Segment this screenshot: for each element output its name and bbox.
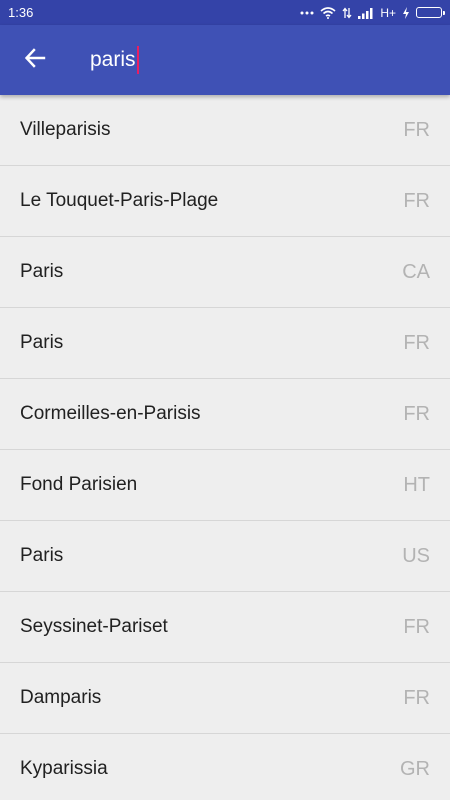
city-name: Fond Parisien <box>20 474 138 495</box>
list-item[interactable]: Seyssinet-Pariset FR <box>0 592 450 663</box>
country-code: GR <box>400 757 430 780</box>
search-query: paris <box>90 48 136 71</box>
city-name: Le Touquet-Paris-Plage <box>20 190 219 211</box>
city-name: Kyparissia <box>20 758 108 779</box>
country-code: CA <box>402 260 430 283</box>
status-time: 1:36 <box>8 5 34 20</box>
status-icons: H+ <box>300 5 445 20</box>
results-list: Villeparisis FR Le Touquet-Paris-Plage FR Pa… <box>0 95 450 800</box>
list-item[interactable]: Fond Parisien HT <box>0 450 450 521</box>
list-item[interactable]: Paris CA <box>0 237 450 308</box>
city-name: Cormeilles-en-Parisis <box>20 403 201 424</box>
app-bar: paris <box>0 25 450 95</box>
city-name: Villeparisis <box>20 119 111 140</box>
list-item[interactable]: Paris US <box>0 521 450 592</box>
country-code: HT <box>403 473 430 496</box>
status-bar: 1:36 H+ <box>0 0 450 25</box>
country-code: US <box>402 544 430 567</box>
charging-icon <box>402 6 410 19</box>
city-name: Seyssinet-Pariset <box>20 616 168 637</box>
city-name: Damparis <box>20 687 102 708</box>
data-arrows-icon <box>342 6 352 19</box>
list-item[interactable]: Le Touquet-Paris-Plage FR <box>0 166 450 237</box>
network-type-label: H+ <box>380 5 396 20</box>
city-name: Paris <box>20 545 64 566</box>
arrow-back-icon <box>24 47 46 74</box>
country-code: FR <box>403 615 430 638</box>
city-name: Paris <box>20 332 64 353</box>
search-input[interactable]: paris <box>90 40 450 80</box>
city-name: Paris <box>20 261 64 282</box>
more-dots-icon <box>300 11 314 15</box>
list-item[interactable]: Paris FR <box>0 308 450 379</box>
list-item[interactable]: Damparis FR <box>0 663 450 734</box>
country-code: FR <box>403 189 430 212</box>
country-code: FR <box>403 331 430 354</box>
list-item[interactable]: Villeparisis FR <box>0 95 450 166</box>
wifi-icon <box>320 6 336 19</box>
list-item[interactable]: Kyparissia GR <box>0 734 450 800</box>
signal-icon <box>358 7 374 19</box>
country-code: FR <box>403 686 430 709</box>
back-button[interactable] <box>0 25 70 95</box>
country-code: FR <box>403 402 430 425</box>
text-cursor <box>136 46 139 74</box>
country-code: FR <box>403 118 430 141</box>
battery-icon <box>416 7 445 18</box>
list-item[interactable]: Cormeilles-en-Parisis FR <box>0 379 450 450</box>
